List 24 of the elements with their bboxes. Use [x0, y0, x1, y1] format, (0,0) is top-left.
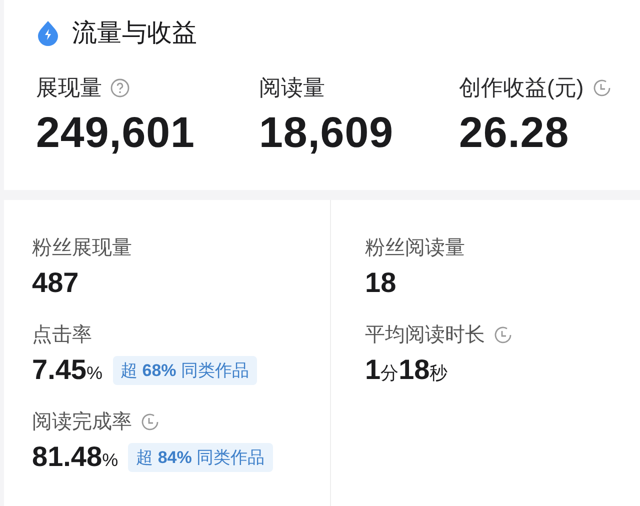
metric-label: 平均阅读时长 [365, 323, 485, 348]
metric-label: 阅读量 [259, 74, 325, 102]
metric-value: 487 [32, 267, 79, 299]
metric-value: 81.48% [32, 441, 118, 473]
metric-label: 粉丝阅读量 [365, 236, 465, 261]
clock-icon[interactable] [493, 324, 513, 344]
metric-label: 点击率 [32, 323, 92, 348]
drop-lightning-icon [36, 20, 60, 46]
metric-value: 7.45% [32, 354, 103, 386]
metric-label: 创作收益(元) [459, 74, 584, 102]
metric-value: 26.28 [459, 109, 570, 158]
metric-value: 249,601 [36, 109, 196, 158]
metric-value: 18,609 [259, 109, 395, 158]
clock-icon[interactable] [140, 412, 160, 432]
comparison-badge: 超 84% 同类作品 [128, 442, 273, 472]
section-title: 流量与收益 [72, 18, 197, 49]
metric-value: 1分18秒 [365, 354, 448, 386]
help-icon[interactable] [110, 78, 130, 98]
metric-label: 展现量 [36, 74, 102, 102]
metric-label: 阅读完成率 [32, 410, 132, 435]
metric-label: 粉丝展现量 [32, 236, 132, 261]
clock-icon[interactable] [592, 78, 612, 98]
comparison-badge: 超 68% 同类作品 [112, 356, 258, 384]
metric-value: 18 [365, 267, 396, 299]
